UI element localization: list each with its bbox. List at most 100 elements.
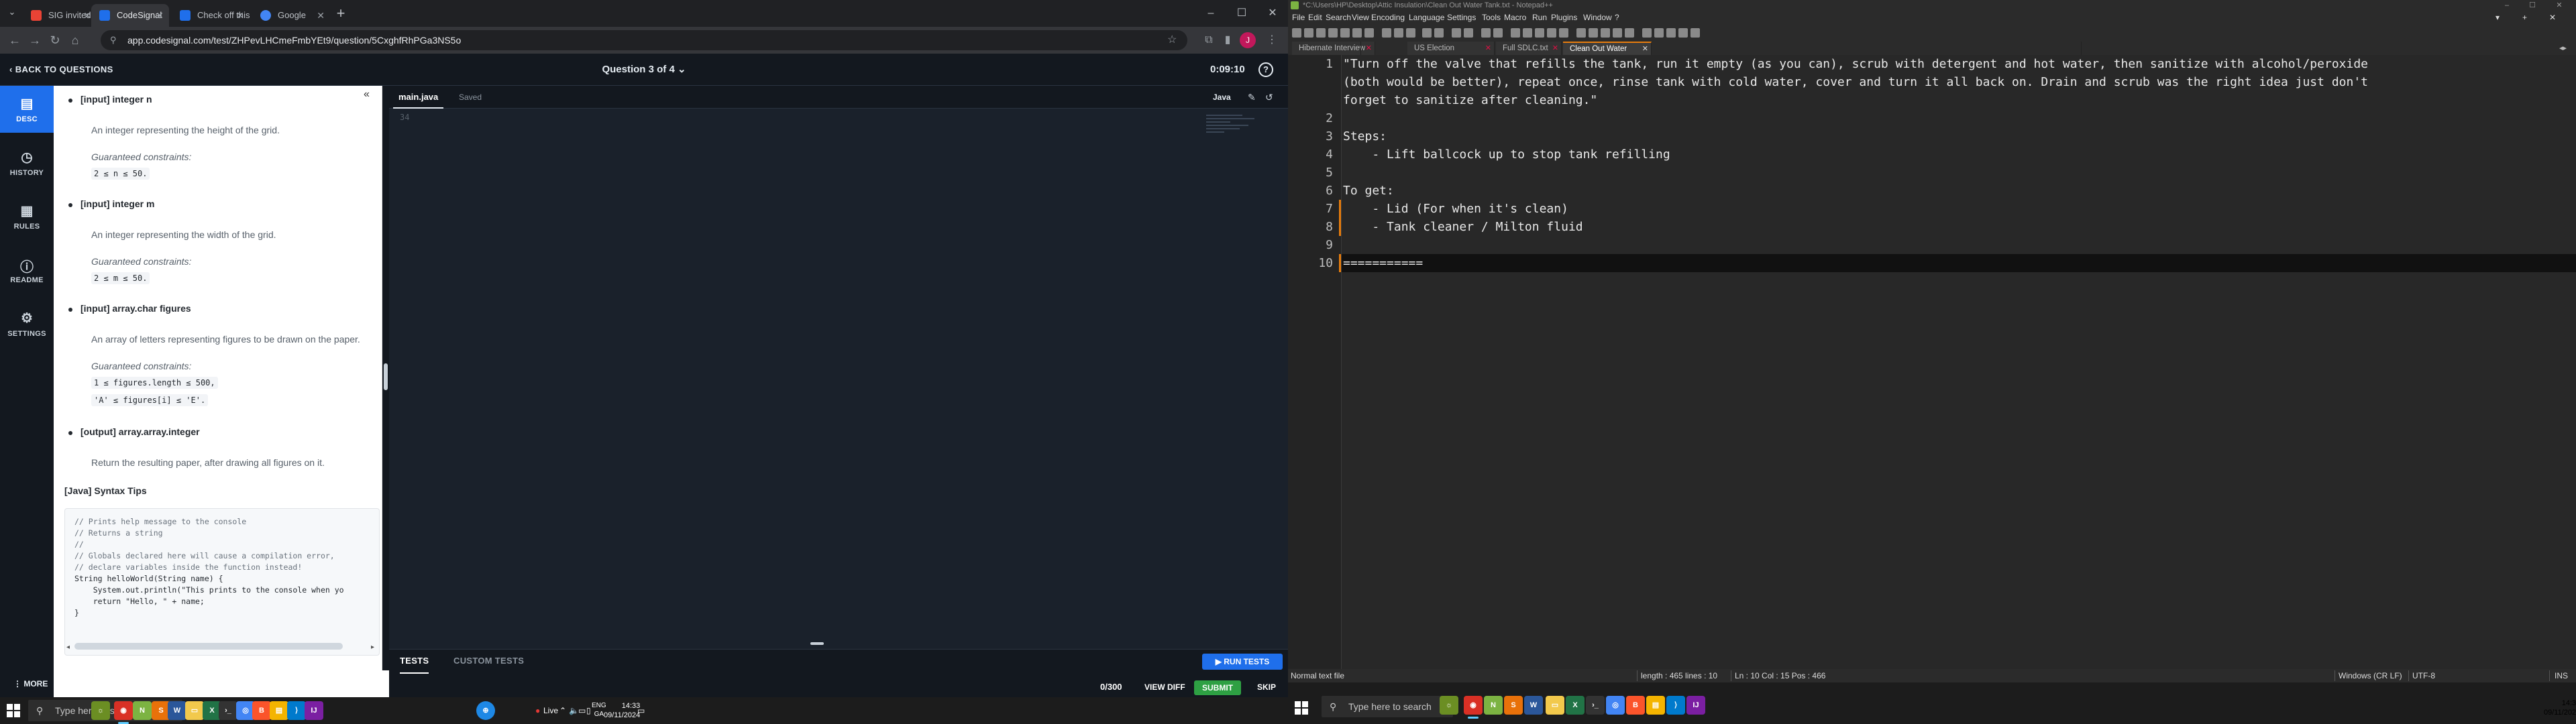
language-selector[interactable]: Java [1213,86,1231,109]
folder-workspace-icon[interactable] [1613,28,1622,38]
open-file-icon[interactable] [1304,28,1313,38]
sidebar-item-history[interactable]: ◷ HISTORY [0,139,54,186]
browser-tab-codesignal[interactable]: CodeSignal ✕ [91,4,169,27]
more-button[interactable]: ⋮ MORE [0,670,54,697]
view-diff-button[interactable]: VIEW DIFF [1144,676,1185,698]
close-icon[interactable]: ✕ [236,4,244,27]
scroll-left-icon[interactable]: ◂ [66,644,70,651]
excel-icon[interactable]: X [1566,696,1585,715]
file-explorer-icon[interactable]: ▭ [1546,696,1564,715]
maximize-button[interactable]: ☐ [1226,0,1257,27]
code-editor[interactable]: main.java Saved Java ✎ ↺ 34 [389,86,1288,649]
close-all-icon[interactable] [1352,28,1362,38]
terminal-icon[interactable]: ›_ [219,701,237,720]
question-selector[interactable]: Question 3 of 4 ⌄ [0,54,1288,86]
tab-search-icon[interactable]: ⌄ [5,7,19,20]
sidebar-item-readme[interactable]: ⓘ README [0,247,54,294]
address-bar[interactable]: ⚲ app.codesignal.com/test/ZHPevLHCmeFmbY… [101,30,1187,50]
menu-encoding[interactable]: Encoding [1371,11,1405,24]
cut-icon[interactable] [1382,28,1391,38]
save-icon[interactable] [1316,28,1326,38]
menu-window[interactable]: Window [1583,11,1612,24]
notification-icon[interactable]: ▭ [637,697,645,724]
tab-us-election-reaction[interactable]: US Election Reaction.txt✕ [1407,42,1495,66]
help-icon[interactable]: ? [1258,62,1273,77]
notepad-plus-plus-icon[interactable]: N [1484,696,1503,715]
splitter-grip[interactable] [384,363,388,390]
menu-view[interactable]: View [1352,11,1369,24]
collapse-panel-icon[interactable]: « [364,88,370,101]
save-all-icon[interactable] [1328,28,1338,38]
doc-map-icon[interactable] [1589,28,1598,38]
menu-run[interactable]: Run [1532,11,1547,24]
forward-icon[interactable]: → [25,31,44,50]
zoom-out-icon[interactable] [1493,28,1503,38]
browser-tab-gmail[interactable]: SIG invited you to take Susque ✕ [23,4,97,27]
play-macro-icon[interactable] [1666,28,1676,38]
tab-main-java[interactable]: main.java [393,86,444,109]
sidebar-item-settings[interactable]: ⚙ SETTINGS [0,300,54,347]
menu-file[interactable]: File [1292,11,1305,24]
windows-start-icon[interactable] [1295,701,1308,715]
menu-plugins[interactable]: Plugins [1551,11,1577,24]
notepad-plus-plus-icon[interactable]: N [133,701,152,720]
menu-language[interactable]: Language [1409,11,1444,24]
close-window-button[interactable]: ✕ [2549,0,2569,11]
chrome-icon[interactable]: ◉ [1464,696,1483,719]
widget-icon[interactable]: ☼ [1440,696,1458,715]
battery-icon[interactable]: ▯ [586,697,591,724]
new-tab-button[interactable]: + [331,4,350,23]
menu-search[interactable]: Search [1326,11,1351,24]
close-icon[interactable]: ✕ [156,4,164,27]
globe-icon[interactable]: ⊕ [476,701,495,720]
sidebar-item-desc[interactable]: ▤ DESC [0,86,54,133]
bookmark-star-icon[interactable]: ☆ [1167,30,1177,50]
close-tab-icon[interactable]: ✕ [1552,42,1558,55]
minimap[interactable] [1206,113,1267,166]
replace-icon[interactable] [1464,28,1473,38]
sync-vertical-icon[interactable] [1511,28,1520,38]
tab-hibernate-interview-topics[interactable]: Hibernate Interview Topics.txt✕ [1292,42,1375,66]
network-icon[interactable]: ▭ [578,697,586,724]
taskbar-clock[interactable]: 14:33 09/11/2024 [604,701,640,720]
close-window-button[interactable]: ✕ [1257,0,1288,27]
file-explorer-icon[interactable]: ▭ [185,701,204,720]
taskbar-clock[interactable]: 14:33 09/11/2024 [2544,699,2576,717]
menu-icon[interactable]: ⋮ [1264,32,1280,48]
tab-clean-out-water-tank[interactable]: Clean Out Water Tank.txt✕ [1563,42,1652,65]
close-document-icon[interactable]: ✕ [2549,11,2556,24]
close-icon[interactable]: ✕ [317,4,325,27]
reload-icon[interactable]: ↻ [46,31,64,50]
close-tab-icon[interactable]: ✕ [1642,43,1648,55]
close-tab-icon[interactable]: ✕ [1485,42,1491,55]
indent-guide-icon[interactable] [1559,28,1568,38]
status-eol[interactable]: Windows (CR LF) [2339,669,2402,682]
widget-icon[interactable]: ☼ [91,701,110,720]
intellij-icon[interactable]: IJ [305,701,323,720]
run-macro-multiple-icon[interactable] [1678,28,1688,38]
new-file-icon[interactable] [1292,28,1301,38]
sidebar-item-rules[interactable]: ▦ RULES [0,193,54,240]
live-label[interactable]: Live [543,697,558,724]
chrome-alt-icon[interactable]: ◎ [1606,696,1625,715]
maximize-button[interactable]: ☐ [2522,0,2542,11]
sticky-notes-icon[interactable]: ▤ [1646,696,1665,715]
sublime-icon[interactable]: S [1504,696,1523,715]
menu-edit[interactable]: Edit [1308,11,1322,24]
monitoring-icon[interactable] [1625,28,1634,38]
edit-icon[interactable]: ✎ [1248,92,1256,103]
browser-tab-checklist[interactable]: Check off this list before you ta ✕ [172,4,250,27]
tab-custom-tests[interactable]: CUSTOM TESTS [453,650,524,672]
panel-splitter[interactable] [382,86,389,670]
menu-settings[interactable]: Settings [1447,11,1476,24]
sync-horizontal-icon[interactable] [1523,28,1532,38]
new-icon[interactable]: + [2522,11,2527,24]
close-icon[interactable]: ✕ [83,4,91,27]
tab-scroll-icon[interactable]: ◂▸ [2559,42,2567,55]
brave-icon[interactable]: B [1626,696,1645,715]
function-list-icon[interactable] [1601,28,1610,38]
text-editor-area[interactable]: "Turn off the valve that refills the tan… [1342,55,2576,669]
site-info-icon[interactable]: ⚲ [110,30,117,50]
language-icon[interactable] [1576,28,1586,38]
find-icon[interactable] [1452,28,1461,38]
